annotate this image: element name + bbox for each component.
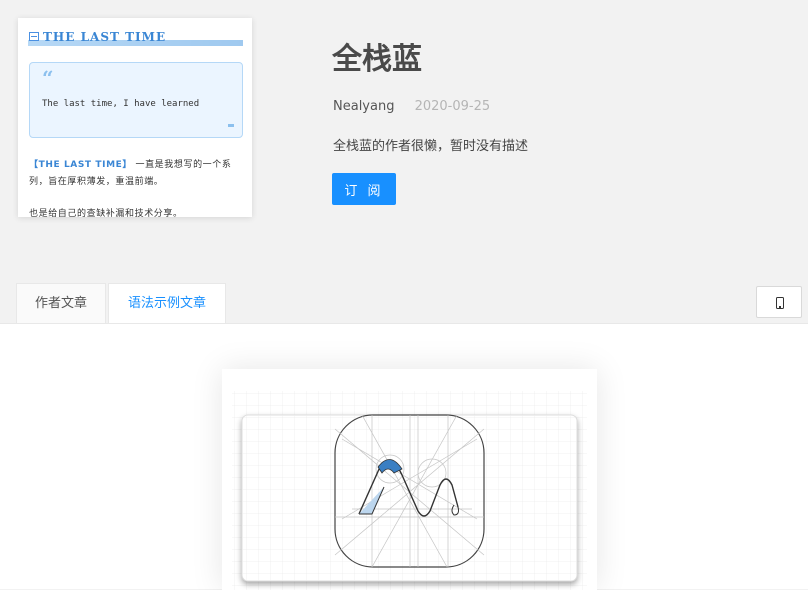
cover-body-highlight: 【THE LAST TIME】 [29,160,132,170]
quote-mark-icon: “ [42,66,54,90]
cover-body-line2: 也是给自己的查缺补漏和技术分享。 [29,209,183,217]
column-title: 全栈蓝 [332,42,422,77]
column-description: 全栈蓝的作者很懒，暂时没有描述 [333,139,529,154]
calendar-icon [29,32,39,41]
tab-author-articles[interactable]: 作者文章 [16,283,106,323]
cover-title: THE LAST TIME [43,30,167,44]
column-cover-image: THE LAST TIME “ The last time, I have le… [18,18,252,217]
column-header: THE LAST TIME “ The last time, I have le… [0,0,808,323]
mobile-phone-icon [776,297,784,309]
cover-body-text: 【THE LAST TIME】 一直是我想写的一个系列，旨在厚积薄发，重温前端。… [29,157,243,217]
subscribe-button[interactable]: 订 阅 [332,173,396,205]
article-preview-image [222,369,597,590]
quote-end-mark [228,124,234,127]
mobile-preview-button[interactable] [756,286,802,318]
cover-quote-box: “ The last time, I have learned [29,62,243,138]
column-meta: Nealyang 2020-09-25 [333,99,490,114]
app-icon-illustration [222,369,597,590]
cover-title-row: THE LAST TIME [29,30,243,48]
publish-date: 2020-09-25 [414,99,491,114]
tab-syntax-example-articles[interactable]: 语法示例文章 [108,283,226,323]
author-name[interactable]: Nealyang [333,99,394,114]
cover-quote-text: The last time, I have learned [42,99,200,109]
article-content-area [0,323,808,590]
